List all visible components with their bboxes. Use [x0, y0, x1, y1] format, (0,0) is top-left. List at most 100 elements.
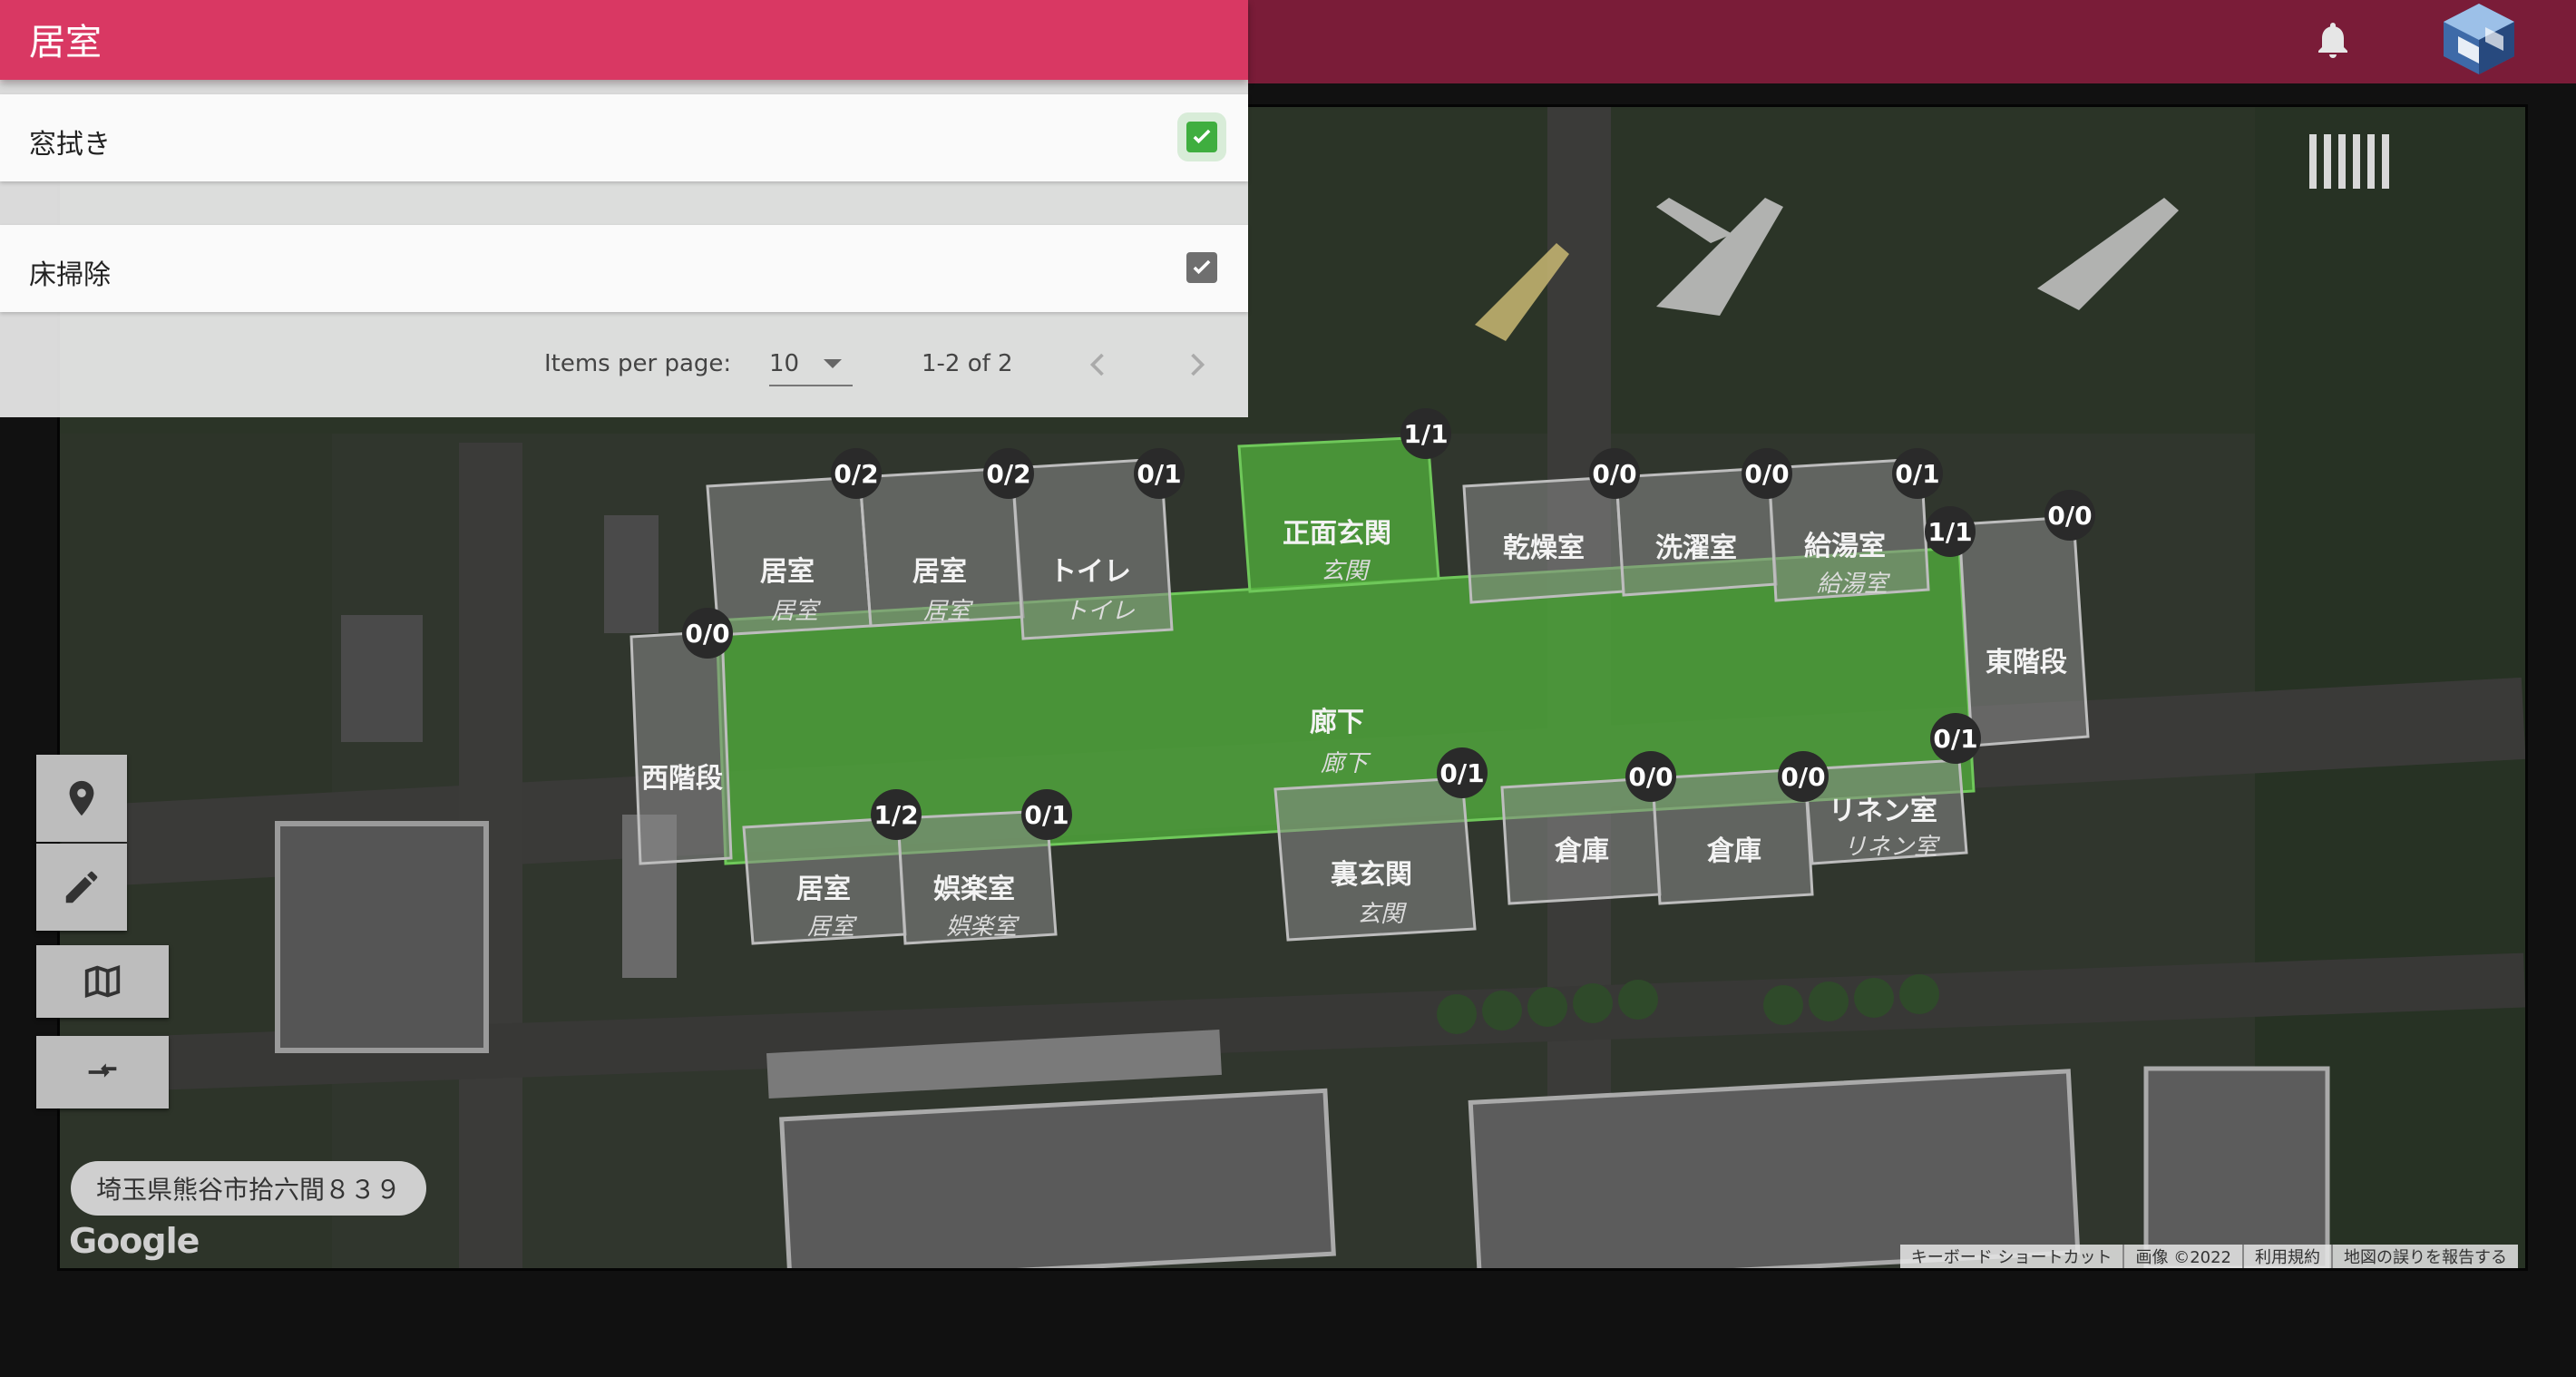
svg-text:東階段: 東階段	[1986, 647, 2067, 679]
svg-text:0/0: 0/0	[1628, 762, 1673, 792]
bell-icon[interactable]	[2311, 18, 2355, 62]
count-badge: 1/1	[1925, 506, 1976, 557]
task-panel: 居室 窓拭き 床掃除 Items per page: 10 1-2 of 2	[0, 0, 1248, 417]
swap-button[interactable]	[36, 1036, 169, 1108]
svg-text:トイレ: トイレ	[1064, 598, 1135, 625]
count-badge: 0/2	[983, 448, 1034, 499]
draw-button[interactable]	[36, 844, 127, 931]
keyboard-shortcuts-link[interactable]: キーボード ショートカット	[1900, 1245, 2123, 1268]
terms-link[interactable]: 利用規約	[2242, 1245, 2331, 1268]
location-pin-icon	[69, 780, 94, 816]
svg-text:居室: 居室	[796, 874, 851, 905]
svg-text:1/1: 1/1	[1927, 517, 1972, 547]
zone-east-stairs[interactable]: 東階段	[1957, 515, 2090, 747]
task-checkbox[interactable]	[1186, 252, 1217, 283]
task-item-window[interactable]: 窓拭き	[0, 94, 1248, 181]
count-badge: 0/0	[1625, 751, 1676, 802]
task-item-floor[interactable]: 床掃除	[0, 225, 1248, 312]
task-label: 床掃除	[29, 259, 111, 291]
count-badge: 0/1	[1437, 747, 1488, 798]
pencil-icon	[65, 871, 98, 903]
chevron-down-icon	[824, 359, 842, 368]
svg-text:給湯室: 給湯室	[1817, 571, 1891, 598]
zone-drying-room[interactable]: 乾燥室	[1462, 475, 1625, 604]
svg-text:1/1: 1/1	[1403, 419, 1448, 449]
svg-text:0/2: 0/2	[986, 459, 1030, 489]
svg-text:西階段: 西階段	[641, 763, 723, 795]
count-badge: 0/0	[1778, 751, 1829, 802]
svg-text:居室: 居室	[771, 598, 822, 625]
imagery-credit: 画像 ©2022	[2122, 1245, 2242, 1268]
svg-text:玄関: 玄関	[1321, 558, 1371, 585]
check-icon	[1193, 259, 1211, 275]
panel-title: 居室	[29, 22, 102, 63]
svg-text:0/1: 0/1	[1024, 800, 1068, 830]
svg-text:廊下: 廊下	[1310, 707, 1364, 738]
svg-text:倉庫: 倉庫	[1706, 835, 1761, 867]
svg-text:0/0: 0/0	[2047, 501, 2092, 531]
svg-text:0/0: 0/0	[1592, 459, 1636, 489]
count-badge: 0/0	[1589, 448, 1640, 499]
panel-header: 居室	[0, 0, 1248, 80]
svg-text:洗濯室: 洗濯室	[1655, 532, 1737, 564]
svg-text:0/1: 0/1	[1137, 459, 1181, 489]
svg-text:0/2: 0/2	[834, 459, 878, 489]
svg-text:リネン室: リネン室	[1843, 834, 1941, 861]
svg-text:正面玄関: 正面玄関	[1283, 518, 1391, 550]
map-attribution: キーボード ショートカット 画像 ©2022 利用規約 地図の誤りを報告する	[1899, 1245, 2518, 1268]
zone-room-1[interactable]: 居室 居室	[706, 475, 873, 637]
zone-linen-room[interactable]: リネン室 リネン室	[1803, 758, 1968, 865]
chevron-right-icon[interactable]	[1177, 345, 1217, 385]
svg-text:0/1: 0/1	[1933, 724, 1977, 754]
task-label: 窓拭き	[29, 129, 111, 161]
svg-text:廊下: 廊下	[1321, 750, 1371, 777]
svg-text:トイレ: トイレ	[1049, 556, 1131, 588]
report-error-link[interactable]: 地図の誤りを報告する	[2331, 1245, 2518, 1268]
address-chip: 埼玉県熊谷市拾六間８３９	[71, 1161, 427, 1216]
svg-text:居室: 居室	[807, 913, 858, 941]
items-per-page-label: Items per page:	[544, 350, 732, 377]
count-badge: 1/1	[1400, 408, 1451, 459]
zone-room-3[interactable]: 居室 居室	[742, 816, 907, 945]
svg-text:0/0: 0/0	[1744, 459, 1789, 489]
paginator: Items per page: 10 1-2 of 2	[0, 336, 1248, 394]
items-per-page-value: 10	[769, 350, 800, 377]
task-checkbox[interactable]	[1186, 122, 1217, 152]
svg-text:娯楽室: 娯楽室	[946, 913, 1020, 941]
count-badge: 0/1	[1021, 789, 1072, 840]
check-icon	[1193, 129, 1211, 144]
map-view-button[interactable]	[36, 945, 169, 1018]
count-badge: 0/1	[1930, 713, 1981, 764]
zone-west-stairs[interactable]: 西階段	[629, 630, 733, 865]
svg-text:乾燥室: 乾燥室	[1503, 532, 1585, 564]
count-badge: 0/0	[682, 608, 733, 659]
items-per-page-select[interactable]: 10	[769, 345, 853, 386]
svg-text:0/1: 0/1	[1439, 758, 1484, 788]
svg-text:居室: 居室	[760, 556, 815, 588]
count-badge: 0/1	[1134, 448, 1185, 499]
count-badge: 1/2	[871, 789, 922, 840]
count-badge: 0/1	[1892, 448, 1943, 499]
svg-text:居室: 居室	[923, 598, 974, 625]
svg-text:0/0: 0/0	[1781, 762, 1825, 792]
location-pin-button[interactable]	[36, 755, 127, 842]
svg-text:0/0: 0/0	[685, 619, 729, 649]
svg-text:娯楽室: 娯楽室	[933, 874, 1015, 905]
google-logo: Google	[69, 1221, 200, 1261]
count-badge: 0/0	[2044, 490, 2095, 541]
chevron-left-icon[interactable]	[1078, 345, 1117, 385]
svg-text:裏玄関: 裏玄関	[1331, 859, 1412, 891]
zone-front-entrance[interactable]: 正面玄関 玄関	[1237, 435, 1440, 593]
svg-text:居室: 居室	[912, 556, 967, 588]
page-range: 1-2 of 2	[922, 350, 1013, 377]
map-icon	[84, 965, 121, 998]
svg-text:給湯室: 給湯室	[1804, 531, 1886, 562]
svg-text:1/2: 1/2	[873, 800, 918, 830]
svg-text:玄関: 玄関	[1357, 901, 1407, 928]
count-badge: 0/2	[831, 448, 882, 499]
zone-back-entrance[interactable]: 裏玄関 玄関	[1273, 776, 1477, 942]
count-badge: 0/0	[1742, 448, 1792, 499]
avatar-logo[interactable]	[2431, 0, 2527, 78]
swap-icon	[88, 1063, 117, 1078]
svg-text:0/1: 0/1	[1895, 459, 1939, 489]
